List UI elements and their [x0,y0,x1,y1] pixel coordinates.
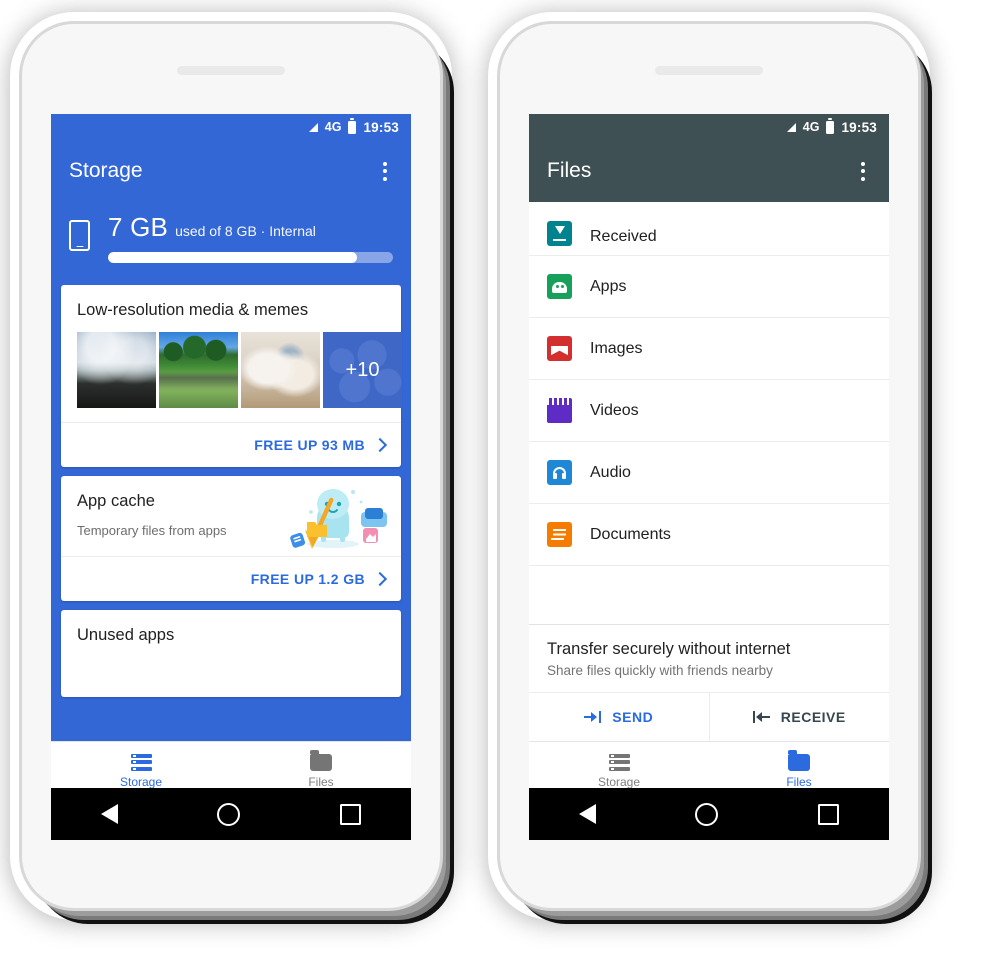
file-row-label: Documents [590,525,671,543]
network-type-label: 4G [802,120,820,134]
screen-files: 4G 19:53 Files Received Apps Images Videos A… [529,114,889,800]
kebab-menu-icon[interactable] [855,156,871,187]
free-up-media-label: FREE UP 93 MB [254,437,365,453]
storage-progress-track [108,252,393,263]
file-row-label: Audio [590,463,631,481]
status-bar: 4G 19:53 [529,114,889,140]
file-row-videos[interactable]: Videos [529,380,889,442]
earpiece-speaker [655,66,763,75]
received-download-icon [547,221,572,246]
file-row-received[interactable]: Received [529,202,889,256]
storage-bars-icon [608,753,630,771]
folder-icon [310,750,332,771]
signal-triangle-icon [786,122,796,132]
clock-label: 19:53 [841,119,877,135]
app-bar-files: Files [529,140,889,202]
unused-apps-card[interactable]: Unused apps [61,610,401,697]
storage-card-list[interactable]: Low-resolution media & memes +10 FREE UP… [51,285,411,741]
battery-icon [348,117,357,134]
receive-label: RECEIVE [780,709,846,725]
screen-storage: 4G 19:53 Storage 7 GB used of 8 GB · Int… [51,114,411,800]
file-category-list[interactable]: Received Apps Images Videos Audio Documents [529,202,889,624]
free-up-cache-button[interactable]: FREE UP 1.2 GB [61,557,401,601]
status-bar: 4G 19:53 [51,114,411,140]
chevron-right-icon [372,571,388,587]
transfer-section: Transfer securely without internet Share… [529,624,889,741]
storage-summary: 7 GB used of 8 GB · Internal [51,202,411,285]
file-row-label: Received [590,228,657,245]
back-triangle-icon[interactable] [100,804,118,824]
android-apps-icon [547,274,572,299]
recents-square-icon[interactable] [340,803,362,825]
transfer-title: Transfer securely without internet [547,640,791,658]
thumbnail-more-overlay[interactable]: +10 [323,332,402,408]
folder-icon [788,750,810,771]
storage-bars-icon [130,753,152,771]
storage-used-amount: 7 GB [108,212,169,242]
file-row-label: Apps [590,277,627,295]
card-title: Low-resolution media & memes [77,301,309,319]
clock-label: 19:53 [363,119,399,135]
send-label: SEND [612,709,654,725]
nav-files-label: Files [786,774,812,789]
file-row-documents[interactable]: Documents [529,504,889,566]
arrow-receive-icon [752,711,770,724]
page-title: Files [547,159,592,182]
system-navigation-bar[interactable] [529,788,889,840]
card-subtitle: Temporary files from apps [77,523,227,538]
card-title: App cache [77,492,155,510]
network-type-label: 4G [324,120,342,134]
receive-button[interactable]: RECEIVE [708,693,890,741]
file-row-images[interactable]: Images [529,318,889,380]
kebab-menu-icon[interactable] [377,156,393,187]
transfer-subtitle: Share files quickly with friends nearby [547,663,773,678]
more-count-label: +10 [345,358,380,381]
free-up-cache-label: FREE UP 1.2 GB [250,571,365,587]
phone-device-storage: 4G 19:53 Storage 7 GB used of 8 GB · Int… [22,24,440,908]
video-clapper-icon [547,398,572,423]
storage-progress-fill [108,252,358,263]
free-up-media-button[interactable]: FREE UP 93 MB [61,423,401,467]
app-bar-storage: Storage [51,140,411,202]
document-lines-icon [547,522,572,547]
storage-used-detail: used of 8 GB · Internal [175,223,316,239]
recents-square-icon[interactable] [818,803,840,825]
nav-storage-label: Storage [597,774,641,789]
phone-icon [69,220,90,251]
phone-device-files: 4G 19:53 Files Received Apps Images Videos A… [500,24,918,908]
home-circle-icon[interactable] [695,802,719,826]
file-row-label: Videos [590,401,639,419]
system-navigation-bar[interactable] [51,788,411,840]
card-title: Unused apps [77,626,175,644]
file-row-audio[interactable]: Audio [529,442,889,504]
thumbnail-strip: +10 [61,332,402,422]
arrow-send-icon [584,711,602,724]
low-resolution-media-card[interactable]: Low-resolution media & memes +10 FREE UP… [61,285,402,467]
cleaning-mascot-illustration [261,482,393,556]
back-triangle-icon[interactable] [578,804,596,824]
file-row-apps[interactable]: Apps [529,256,889,318]
signal-triangle-icon [308,122,318,132]
nav-storage-label: Storage [119,774,163,789]
app-cache-card[interactable]: App cache Temporary files from apps FREE… [61,476,401,601]
thumbnail-park-crowd[interactable] [159,332,238,408]
earpiece-speaker [177,66,285,75]
home-circle-icon[interactable] [217,802,241,826]
battery-icon [826,117,835,134]
image-icon [547,336,572,361]
thumbnail-cats[interactable] [241,332,320,408]
screenshot-stage: 4G 19:53 Storage 7 GB used of 8 GB · Int… [0,0,1000,954]
headphones-icon [547,460,572,485]
page-title: Storage [69,159,143,182]
file-row-label: Images [590,339,643,357]
nav-files-label: Files [308,774,334,789]
thumbnail-beach[interactable] [77,332,156,408]
chevron-right-icon [372,437,388,453]
send-button[interactable]: SEND [529,693,709,741]
